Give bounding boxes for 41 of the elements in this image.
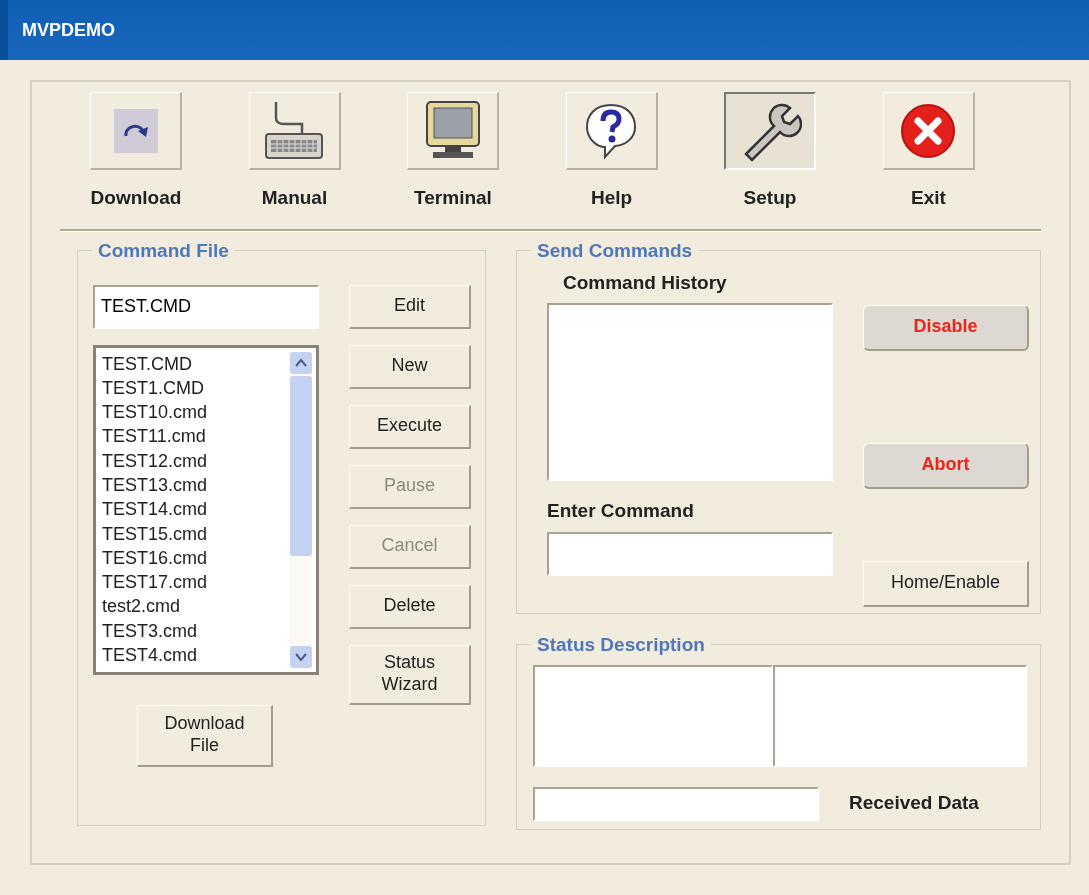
- command-button[interactable]: Home/Enable: [863, 560, 1029, 607]
- command-button[interactable]: Status Wizard: [349, 644, 471, 705]
- toolbar-button[interactable]: [724, 92, 816, 170]
- file-list-item[interactable]: TEST.CMD: [102, 351, 284, 376]
- file-list-item[interactable]: TEST15.cmd: [102, 521, 284, 546]
- field-label: Received Data: [849, 791, 979, 816]
- file-list-item[interactable]: TEST12.cmd: [102, 448, 284, 473]
- scroll-down-icon[interactable]: [290, 645, 312, 668]
- file-list-item[interactable]: TEST14.cmd: [102, 497, 284, 522]
- command-button[interactable]: New: [349, 344, 471, 389]
- file-list-item[interactable]: TEST17.cmd: [102, 570, 284, 595]
- file-list-item[interactable]: TEST16.cmd: [102, 545, 284, 571]
- file-list-item[interactable]: TEST3.cmd: [102, 618, 284, 644]
- toolbar-label: Terminal: [413, 186, 493, 210]
- file-list-item[interactable]: TEST4.cmd: [102, 643, 284, 668]
- command-button[interactable]: Delete: [349, 584, 471, 629]
- command-input[interactable]: [547, 531, 833, 576]
- file-list-item[interactable]: TEST13.cmd: [102, 473, 284, 498]
- received-data-field[interactable]: [533, 786, 819, 821]
- toolbar-label: Manual: [260, 186, 329, 210]
- file-list[interactable]: TEST.CMD TEST1.CMD TEST10.cmd TEST11.cmd TEST12.cmd TEST13.cmd TEST14.cmd TEST15.cmd TEST16.cmd TEST17.cmd test2.cmd TEST3.cmd TEST4.cmd: [93, 344, 319, 675]
- toolbar-label: Setup: [742, 186, 798, 210]
- close-icon: [900, 102, 956, 159]
- file-name-field[interactable]: TEST.CMD: [93, 284, 319, 329]
- scroll-up-icon[interactable]: [290, 351, 312, 374]
- toolbar-label: Help: [589, 186, 634, 210]
- download-file-button[interactable]: Download File: [137, 704, 273, 767]
- file-list-item[interactable]: TEST11.cmd: [102, 424, 284, 449]
- scrollbar[interactable]: [290, 351, 312, 668]
- command-button[interactable]: Edit: [349, 284, 471, 329]
- toolbar-label: Exit: [910, 186, 947, 210]
- keyboard-icon: [262, 99, 326, 162]
- file-list-item[interactable]: TEST10.cmd: [102, 400, 284, 425]
- file-list-item[interactable]: test2.cmd: [102, 594, 284, 619]
- window-title: MVPDEMO: [0, 0, 1089, 60]
- command-button[interactable]: Execute: [349, 404, 471, 449]
- field-label: Command History: [563, 270, 728, 295]
- toolbar-label: Download: [90, 186, 182, 210]
- field-label: Enter Command: [547, 499, 695, 523]
- scrollbar-thumb[interactable]: [290, 375, 312, 556]
- file-list-item[interactable]: TEST1.CMD: [102, 375, 284, 401]
